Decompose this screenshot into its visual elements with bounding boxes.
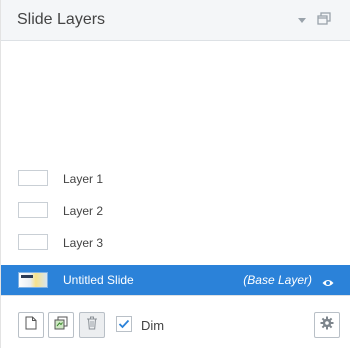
- layer-settings-button[interactable]: [314, 312, 340, 338]
- duplicate-layer-button[interactable]: [48, 312, 74, 338]
- layer-label: Layer 2: [63, 204, 104, 218]
- base-layer-tag: (Base Layer): [243, 273, 312, 287]
- layer-thumbnail: [18, 170, 48, 186]
- gear-icon: [320, 316, 334, 335]
- layer-row-2[interactable]: Layer 2: [1, 197, 350, 225]
- new-layer-button[interactable]: [18, 312, 44, 338]
- layer-row-3[interactable]: Layer 3: [1, 229, 350, 257]
- layer-label: Layer 1: [63, 172, 104, 186]
- new-document-icon: [25, 316, 37, 335]
- layer-thumbnail: [18, 234, 48, 250]
- popout-window-icon[interactable]: [317, 12, 331, 26]
- layer-row-1[interactable]: Layer 1: [1, 165, 350, 193]
- base-layer-label: Untitled Slide: [63, 273, 134, 287]
- dim-label: Dim: [141, 318, 165, 333]
- panel-header: Slide Layers: [1, 0, 350, 41]
- duplicate-icon: [54, 316, 68, 335]
- base-layer-row[interactable]: Untitled Slide (Base Layer): [1, 265, 350, 295]
- delete-layer-button[interactable]: [79, 312, 105, 338]
- layer-label: Layer 3: [63, 236, 104, 250]
- layers-toolbar: Dim: [1, 295, 350, 348]
- eye-icon[interactable]: [322, 275, 334, 286]
- slide-layers-panel: Slide Layers Layer 1 Layer 2 Layer 3 Unt…: [0, 0, 350, 348]
- panel-title: Slide Layers: [17, 11, 106, 28]
- base-layer-thumbnail: [18, 272, 48, 288]
- layer-thumbnail: [18, 202, 48, 218]
- chevron-down-icon[interactable]: [296, 14, 308, 26]
- dim-checkbox[interactable]: [116, 316, 132, 332]
- trash-icon: [86, 316, 98, 335]
- checkmark-icon: [118, 319, 130, 329]
